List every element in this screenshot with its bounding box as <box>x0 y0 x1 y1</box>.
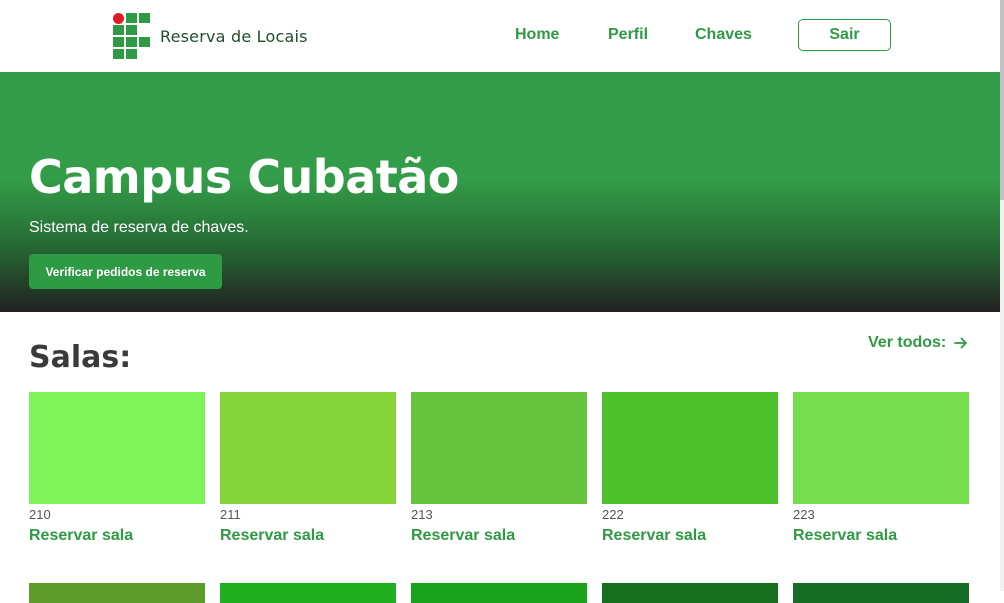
reserve-room-link[interactable]: Reservar sala <box>220 527 396 545</box>
room-card-210: 210 Reservar sala <box>29 392 205 545</box>
room-card-223: 223 Reservar sala <box>793 392 969 545</box>
brand-link[interactable]: Reserva de Locais <box>113 13 308 59</box>
room-image-next-row <box>29 583 205 603</box>
room-card-222: 222 Reservar sala <box>602 392 778 545</box>
room-number: 223 <box>793 507 815 522</box>
room-image <box>411 392 587 504</box>
room-image-next-row <box>220 583 396 603</box>
room-number: 222 <box>602 507 624 522</box>
room-number: 210 <box>29 507 51 522</box>
see-all-link[interactable]: Ver todos: <box>868 334 968 352</box>
brand-name: Reserva de Locais <box>160 26 308 46</box>
nav-keys-link[interactable]: Chaves <box>695 26 752 44</box>
room-image-next-row <box>411 583 587 603</box>
check-reservations-button[interactable]: Verificar pedidos de reserva <box>29 254 222 289</box>
hero-subtitle: Sistema de reserva de chaves. <box>29 219 249 236</box>
see-all-label: Ver todos: <box>868 334 947 351</box>
room-card-213: 213 Reservar sala <box>411 392 587 545</box>
room-image <box>220 392 396 504</box>
room-image-next-row <box>793 583 969 603</box>
room-card-211: 211 Reservar sala <box>220 392 396 545</box>
rooms-heading: Salas: <box>29 340 132 375</box>
reserve-room-link[interactable]: Reservar sala <box>411 527 587 545</box>
campus-title: Campus Cubatão <box>29 150 459 204</box>
page-scrollbar[interactable] <box>1000 0 1004 591</box>
room-number: 211 <box>220 507 241 522</box>
room-image <box>29 392 205 504</box>
room-image <box>602 392 778 504</box>
reserve-room-link[interactable]: Reservar sala <box>29 527 205 545</box>
hero-banner: Campus Cubatão Sistema de reserva de cha… <box>0 72 1000 312</box>
institute-logo-icon <box>113 13 150 59</box>
top-navbar: Reserva de Locais Home Perfil Chaves Sai… <box>0 0 1000 72</box>
nav-profile-link[interactable]: Perfil <box>608 26 648 44</box>
arrow-right-icon <box>954 337 968 349</box>
nav-home-link[interactable]: Home <box>515 26 559 44</box>
reserve-room-link[interactable]: Reservar sala <box>793 527 969 545</box>
room-number: 213 <box>411 507 433 522</box>
room-image-next-row <box>602 583 778 603</box>
logout-button[interactable]: Sair <box>798 19 891 51</box>
reserve-room-link[interactable]: Reservar sala <box>602 527 778 545</box>
scrollbar-thumb[interactable] <box>1000 0 1004 200</box>
room-image <box>793 392 969 504</box>
